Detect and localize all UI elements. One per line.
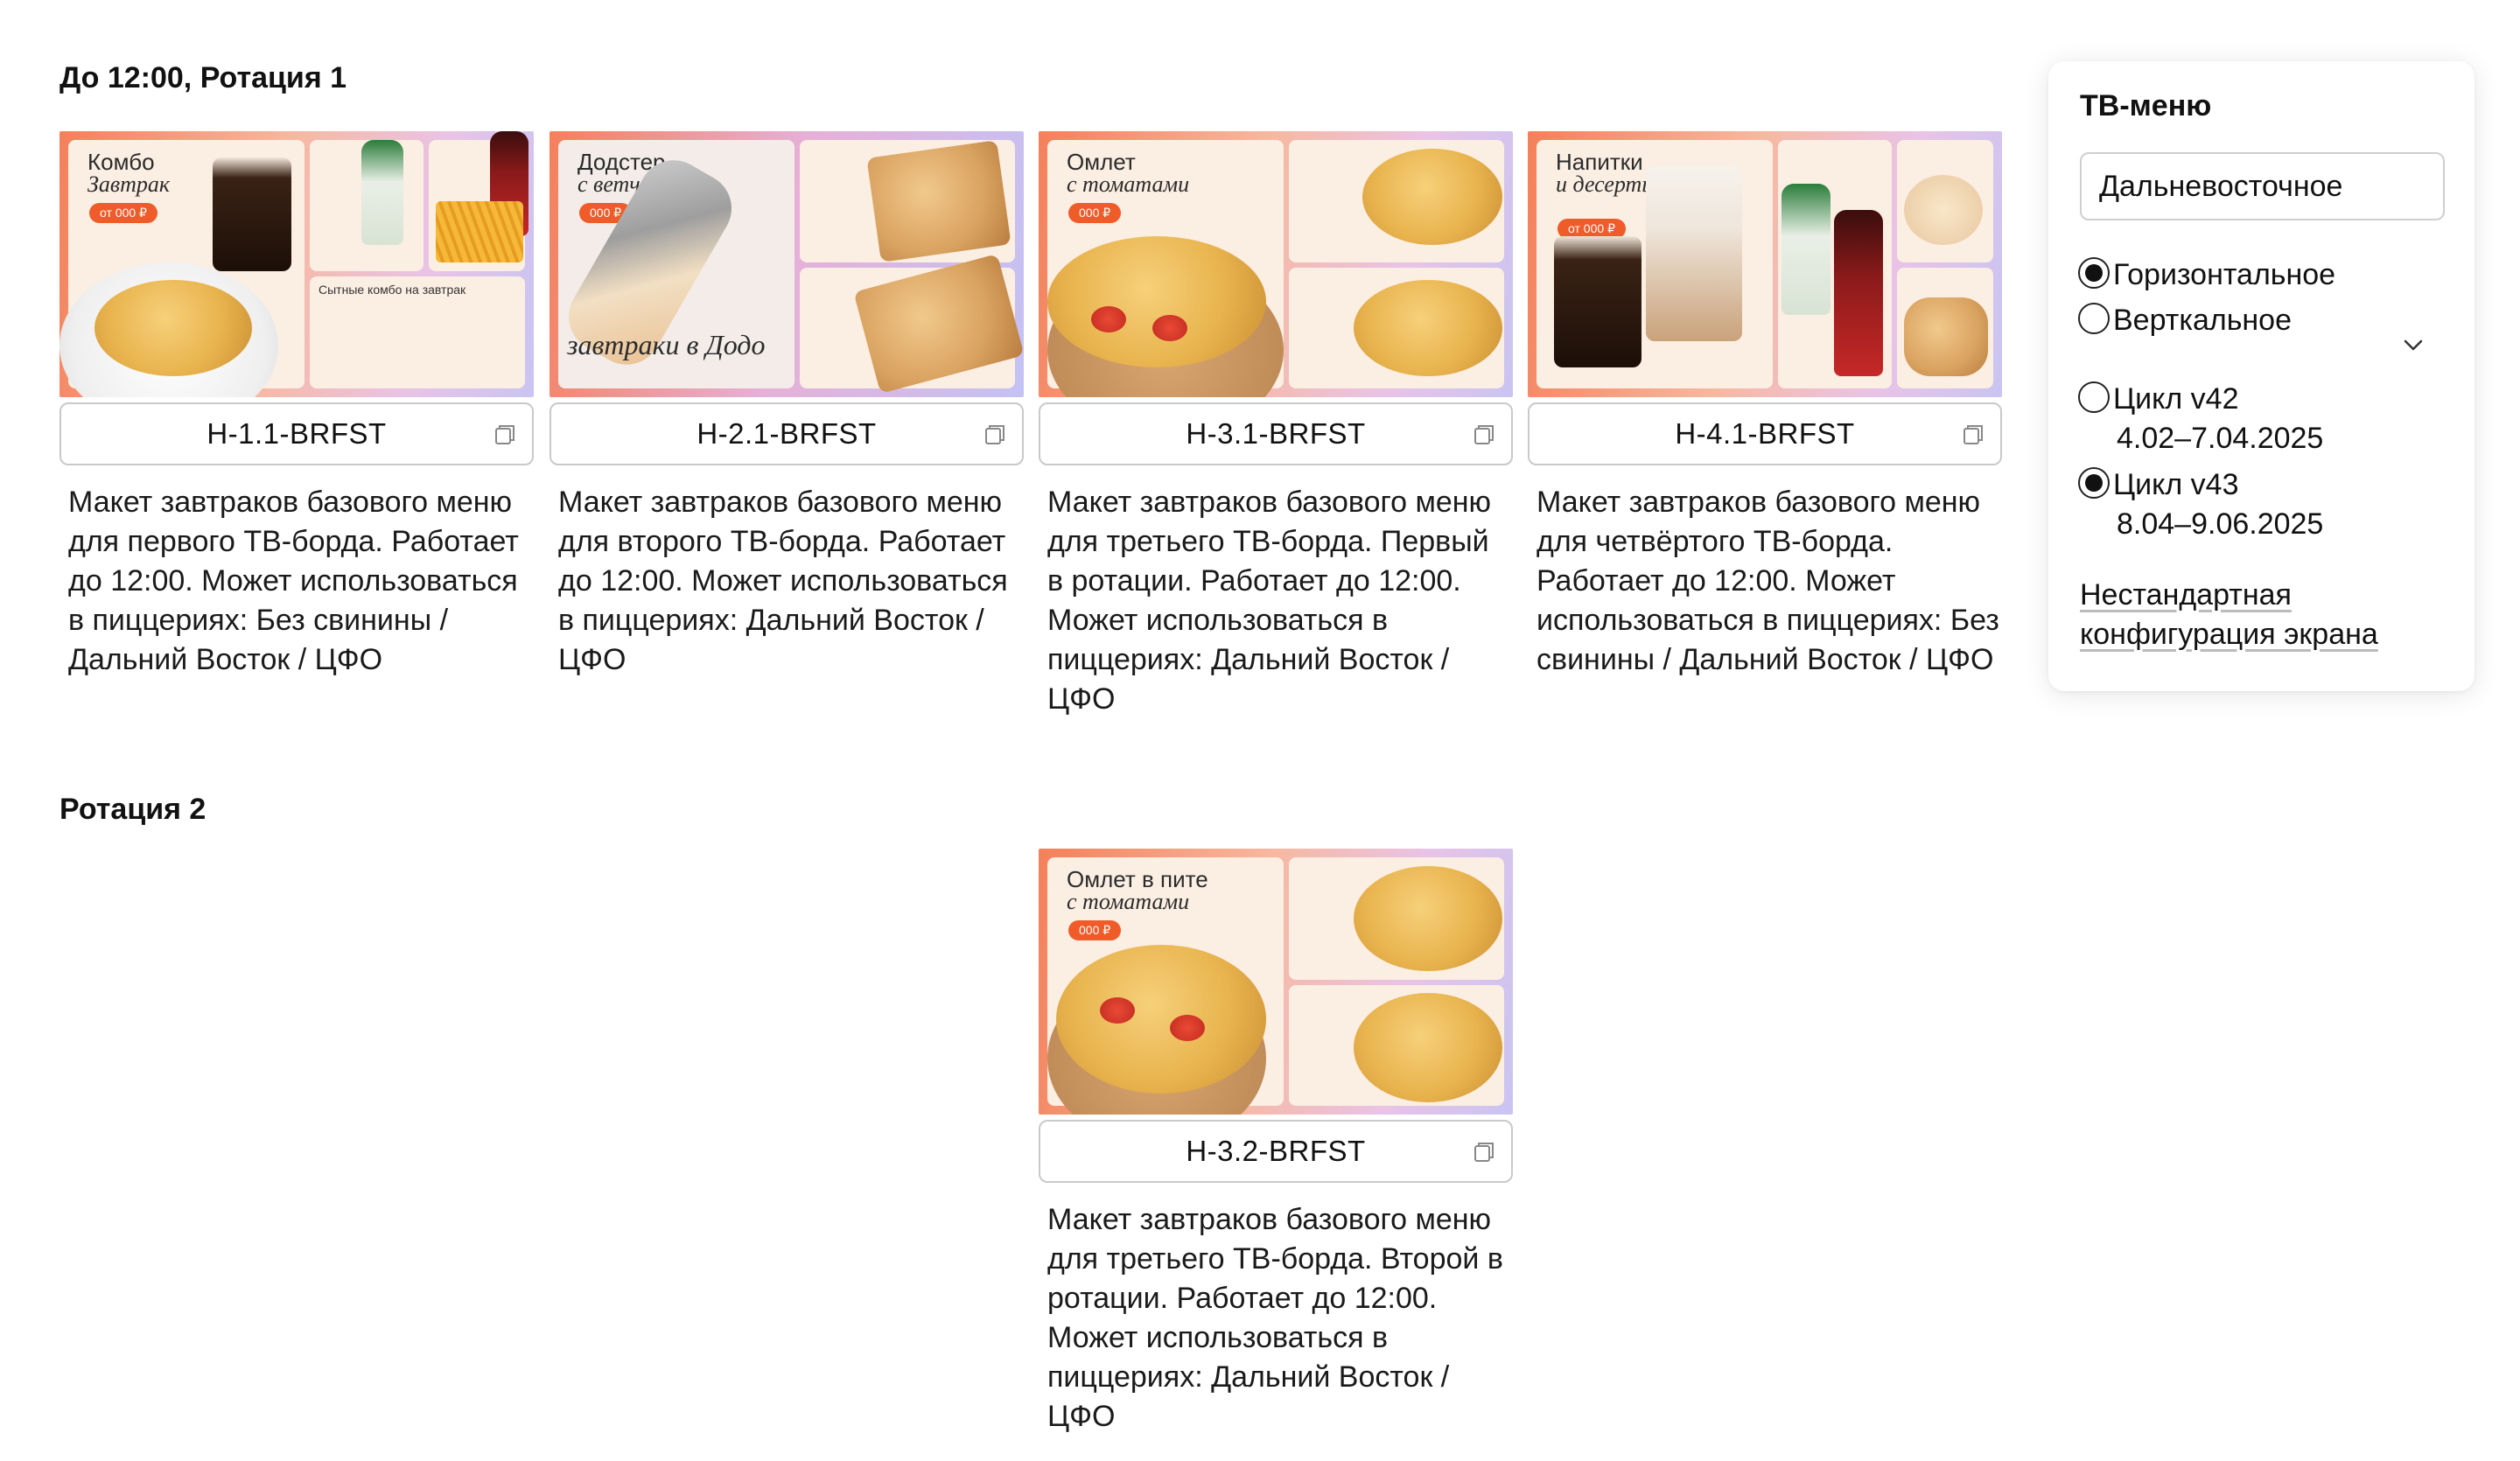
radio-cycle-v43[interactable]: Цикл v43 8.04–9.06.2025 (2078, 465, 2323, 544)
chevron-down-icon[interactable] (2398, 331, 2428, 360)
layout-code: H-3.2-BRFST (1186, 1135, 1366, 1167)
copy-icon[interactable] (1471, 422, 1497, 448)
layout-description: Макет завтраков базового меню для третье… (1047, 1203, 1503, 1433)
layout-code-field[interactable]: H-2.1-BRFST (550, 402, 1024, 465)
menu-card: Омлет в пите с томатами 000 ₽ H-3.2-BRFST… (1039, 849, 1513, 1437)
radio-button[interactable] (2078, 381, 2110, 413)
menu-preview-image[interactable]: Напитки и десерты от 000 ₽ (1528, 131, 2002, 397)
layout-description: Макет завтраков базового меню для второг… (558, 486, 1008, 676)
radio-button-checked[interactable] (2078, 257, 2110, 289)
layout-code: H-2.1-BRFST (696, 417, 877, 450)
layout-code-field[interactable]: H-3.1-BRFST (1039, 402, 1513, 465)
layout-code: H-3.1-BRFST (1186, 417, 1366, 450)
section-title-rotation-1: До 12:00, Ротация 1 (60, 61, 347, 94)
layout-code-field[interactable]: H-4.1-BRFST (1528, 402, 2002, 465)
panel-title: ТВ-меню (2080, 89, 2212, 122)
layout-code: H-4.1-BRFST (1675, 417, 1855, 450)
layout-code: H-1.1-BRFST (206, 417, 387, 450)
radio-button-checked[interactable] (2078, 467, 2110, 499)
radio-vertical[interactable]: Верткальное (2078, 301, 2292, 340)
layout-description: Макет завтраков базового меню для третье… (1047, 486, 1492, 716)
radio-cycle-v42[interactable]: Цикл v42 4.02–7.04.2025 (2078, 380, 2323, 458)
region-input[interactable] (2080, 152, 2445, 220)
menu-preview-image[interactable]: Додстер с ветчиной 000 ₽ завтраки в Додо (550, 131, 1024, 397)
menu-card: Омлет с томатами 000 ₽ H-3.1-BRFST Макет … (1039, 131, 1513, 719)
section-title-rotation-2: Ротация 2 (60, 793, 206, 826)
menu-card: Напитки и десерты от 000 ₽ H-4.1-BRFST Ма… (1528, 131, 2002, 680)
layout-code-field[interactable]: H-1.1-BRFST (60, 402, 534, 465)
menu-card: Додстер с ветчиной 000 ₽ завтраки в Додо … (550, 131, 1024, 680)
tv-menu-settings-panel: ТВ-меню Горизонтальное Верткальное Цикл … (2048, 61, 2474, 691)
copy-icon[interactable] (1960, 422, 1986, 448)
copy-icon[interactable] (492, 422, 518, 448)
copy-icon[interactable] (1471, 1139, 1497, 1165)
menu-preview-image[interactable]: Комбо Завтрак от 000 ₽ Сытные комбо на за… (60, 131, 534, 397)
menu-preview-image[interactable]: Омлет в пите с томатами 000 ₽ (1039, 849, 1513, 1115)
layout-description: Макет завтраков базового меню для четвёр… (1536, 486, 1999, 676)
menu-card: Комбо Завтрак от 000 ₽ Сытные комбо на за… (60, 131, 534, 680)
radio-horizontal[interactable]: Горизонтальное (2078, 255, 2335, 295)
custom-screen-config-link[interactable]: Нестандартная конфигурация экрана (2080, 576, 2378, 654)
copy-icon[interactable] (982, 422, 1008, 448)
menu-preview-image[interactable]: Омлет с томатами 000 ₽ (1039, 131, 1513, 397)
layout-description: Макет завтраков базового меню для первог… (68, 486, 519, 676)
radio-button[interactable] (2078, 303, 2110, 334)
layout-code-field[interactable]: H-3.2-BRFST (1039, 1120, 1513, 1183)
